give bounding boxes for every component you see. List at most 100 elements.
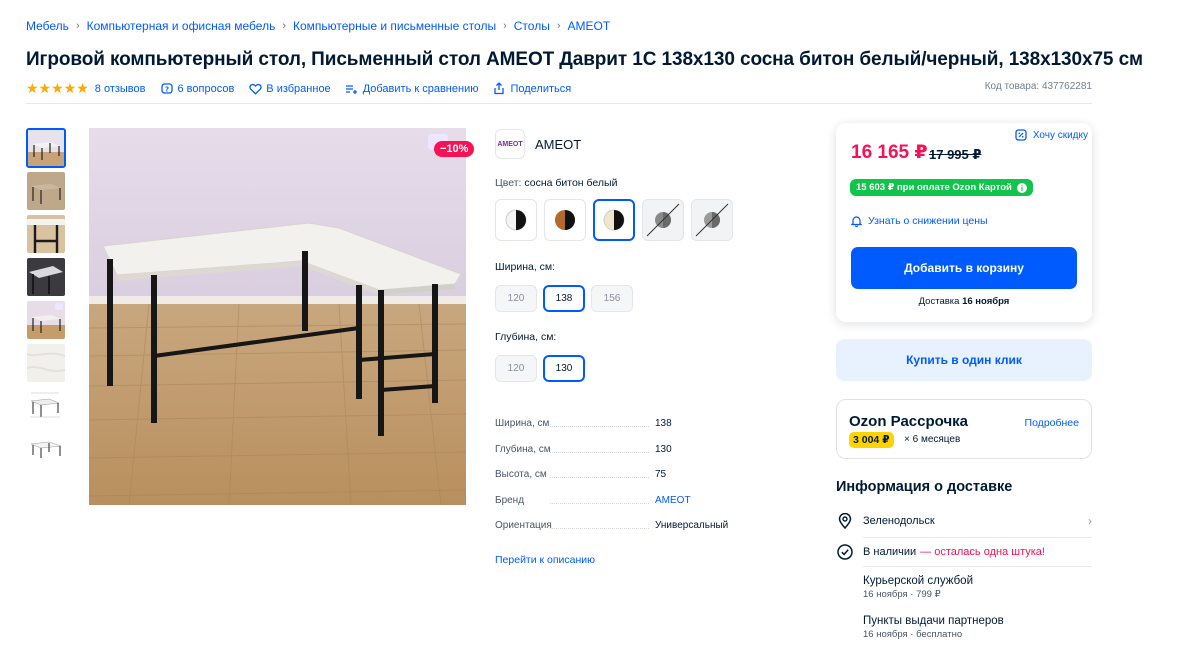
width-option-120[interactable]: 120 [495, 285, 537, 312]
delivery-option-title: Курьерской службой [863, 575, 973, 587]
specs-table: Ширина, см 138 Глубина, см 130 Высота, с… [495, 418, 735, 546]
thumbnail-7[interactable] [26, 386, 66, 426]
thumbnail-3[interactable] [26, 214, 66, 254]
chevron-right-icon: › [503, 20, 507, 32]
price-drop-notify-link[interactable]: Узнать о снижении цены [851, 215, 988, 227]
color-swatch-wood-black[interactable] [544, 199, 586, 241]
spec-value: Универсальный [655, 520, 729, 532]
width-label: Ширина, см: [495, 261, 556, 273]
brand-block[interactable]: AMEOT AMEOT [495, 129, 581, 159]
current-price: 16 165 ₽ [851, 142, 928, 163]
spec-row: Высота, см 75 [495, 469, 735, 495]
divider [863, 537, 1092, 538]
breadcrumb-item-tables[interactable]: Столы [514, 19, 550, 33]
spec-value: 138 [655, 418, 672, 429]
thumbnail-5[interactable] [26, 300, 66, 340]
thumbnail-8[interactable] [26, 429, 66, 469]
chevron-right-icon: › [1088, 514, 1092, 528]
favorite-button[interactable]: В избранное [248, 82, 331, 96]
color-value: сосна битон белый [524, 177, 618, 189]
discount-tag-icon [1015, 129, 1027, 141]
divider [863, 566, 1092, 567]
compare-button[interactable]: Добавить к сравнению [345, 82, 478, 96]
color-label-row: Цвет: сосна битон белый [495, 177, 617, 189]
breadcrumb-item-desks[interactable]: Компьютерные и письменные столы [293, 19, 496, 33]
color-swatch-white-black[interactable] [495, 199, 537, 241]
check-circle-icon [836, 543, 854, 561]
color-swatch-unavailable-1[interactable] [642, 199, 684, 241]
svg-text:?: ? [164, 85, 168, 93]
thumbnail-2[interactable] [26, 171, 66, 211]
delivery-option-subtitle: 16 ноября · 799 ₽ [863, 589, 941, 600]
divider [26, 103, 1092, 104]
installment-title: Ozon Рассрочка [849, 413, 969, 430]
share-label: Поделиться [510, 82, 572, 95]
ozon-card-price-badge[interactable]: 15 603 ₽ при оплате Ozon Картой [850, 179, 1033, 196]
spec-row: Ориентация Универсальный [495, 520, 735, 546]
stock-row: В наличии — осталась одна штука! [836, 543, 1092, 561]
width-option-156[interactable]: 156 [591, 285, 633, 312]
spec-brand-link[interactable]: AMEOT [655, 495, 691, 506]
delivery-city-row[interactable]: Зеленодольск › [836, 512, 1092, 530]
installment-card[interactable]: Ozon Рассрочка Подробнее 3 004 ₽ × 6 мес… [836, 399, 1092, 459]
installment-more-link[interactable]: Подробнее [1025, 417, 1079, 429]
go-to-description-link[interactable]: Перейти к описанию [495, 554, 595, 566]
stock-status: В наличии [863, 546, 917, 558]
color-swatch-cream-black[interactable] [593, 199, 635, 241]
spec-key: Бренд [495, 495, 655, 506]
page-title: Игровой компьютерный стол, Письменный ст… [26, 49, 1143, 70]
questions-label: 6 вопросов [177, 82, 235, 95]
chevron-right-icon: › [75, 20, 80, 32]
color-swatches [495, 199, 740, 241]
reviews-link[interactable]: 8 отзывов [95, 83, 146, 95]
thumbnail-1[interactable] [26, 128, 66, 168]
color-label: Цвет: [495, 177, 522, 189]
favorite-label: В избранное [266, 82, 331, 95]
stock-note: — осталась одна штука! [920, 546, 1045, 558]
breadcrumb: Мебель › Компьютерная и офисная мебель ›… [26, 19, 610, 33]
buy-one-click-button[interactable]: Купить в один клик [836, 339, 1092, 381]
delivery-date-line: Доставка 16 ноября [836, 296, 1092, 307]
breadcrumb-item-brand[interactable]: AMEOT [568, 19, 611, 33]
spec-key: Ориентация [495, 520, 655, 531]
delivery-date: 16 ноября [962, 296, 1010, 307]
depth-option-130[interactable]: 130 [543, 355, 585, 382]
heart-icon [248, 82, 262, 96]
compare-list-icon [345, 82, 359, 96]
spec-row: Бренд AMEOT [495, 495, 735, 521]
spec-key: Высота, см [495, 469, 655, 480]
delivery-option-title: Пункты выдачи партнеров [863, 615, 1004, 627]
spec-value: 75 [655, 469, 667, 481]
breadcrumb-item-furniture[interactable]: Мебель [26, 19, 69, 33]
location-pin-icon [836, 512, 854, 530]
add-to-cart-button[interactable]: Добавить в корзину [851, 247, 1077, 289]
question-bubble-icon: ? [160, 82, 174, 96]
reviews-label: 8 отзывов [94, 82, 146, 95]
price-card: 16 165 ₽ 17 995 ₽ Хочу скидку 15 603 ₽ п… [836, 123, 1092, 322]
bell-icon [851, 215, 862, 227]
chevron-right-icon: › [282, 20, 286, 32]
want-discount-button[interactable]: Хочу скидку [1015, 129, 1088, 141]
breadcrumb-item-office-furniture[interactable]: Компьютерная и офисная мебель [87, 19, 276, 33]
spec-key: Ширина, см [495, 418, 655, 429]
questions-link[interactable]: ? 6 вопросов [160, 82, 235, 96]
share-button[interactable]: Поделиться [492, 82, 571, 96]
product-code: Код товара: 437762281 [984, 81, 1092, 92]
notify-label: Узнать о снижении цены [868, 215, 988, 227]
thumbnail-gallery [26, 128, 68, 472]
product-meta-row: ★★★★★ 8 отзывов ? 6 вопросов В избранное… [26, 80, 585, 97]
brand-logo: AMEOT [495, 129, 525, 159]
thumbnail-6[interactable] [26, 343, 66, 383]
thumbnail-4[interactable] [26, 257, 66, 297]
main-product-photo[interactable] [89, 128, 466, 505]
depth-option-120[interactable]: 120 [495, 355, 537, 382]
width-option-138[interactable]: 138 [543, 285, 585, 312]
delivery-option-courier[interactable]: Курьерской службой 16 ноября · 799 ₽ [863, 575, 973, 600]
rating-stars[interactable]: ★★★★★ [26, 80, 89, 97]
depth-label: Глубина, см: [495, 331, 557, 343]
delivery-option-pickup[interactable]: Пункты выдачи партнеров 16 ноября · бесп… [863, 615, 1004, 640]
delivery-prefix: Доставка [918, 296, 960, 307]
width-options: 120 138 156 [495, 285, 639, 312]
color-swatch-unavailable-2[interactable] [691, 199, 733, 241]
info-icon [1016, 182, 1027, 193]
